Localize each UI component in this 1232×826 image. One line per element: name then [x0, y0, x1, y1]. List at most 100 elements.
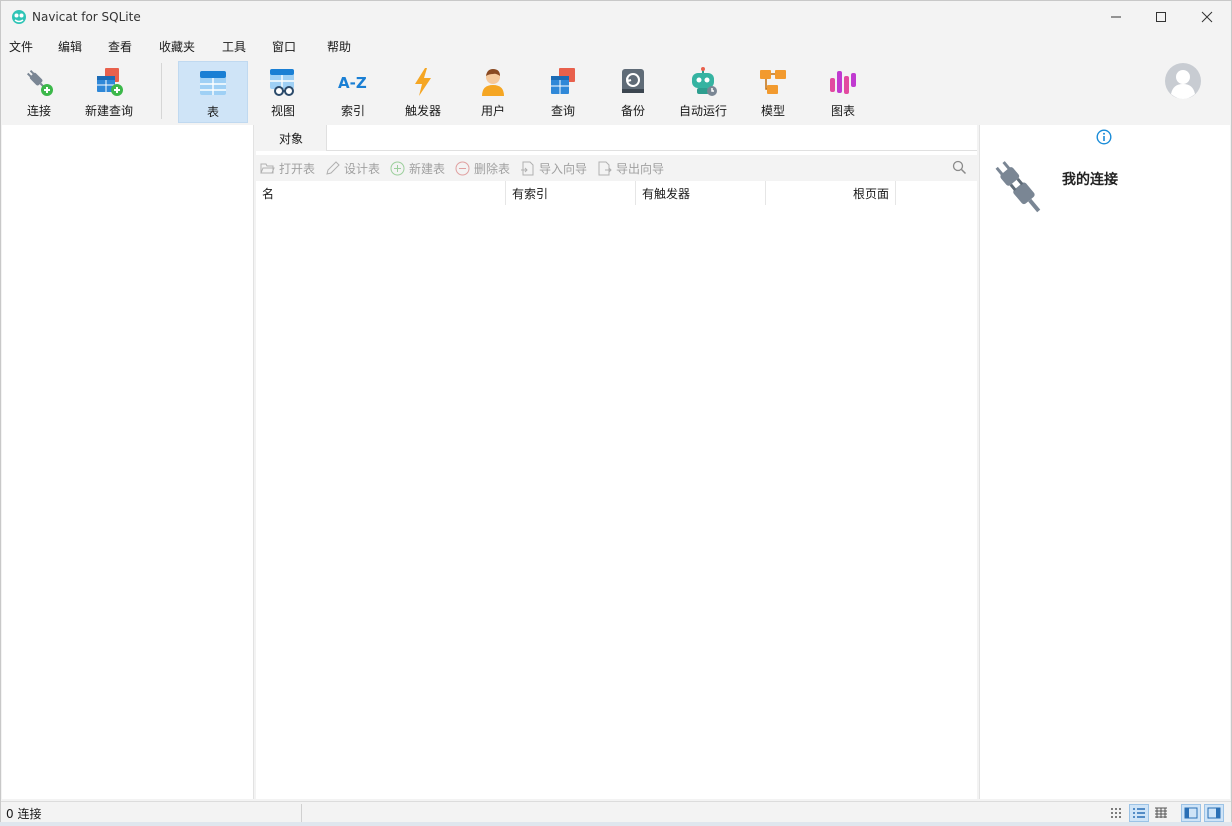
charts-button[interactable]: 图表 [808, 61, 878, 123]
indexes-label: 索引 [340, 104, 365, 118]
minus-circle-icon [455, 161, 470, 175]
column-name[interactable]: 名 [256, 181, 506, 205]
triggers-label: 触发器 [404, 104, 441, 118]
table-icon [200, 71, 226, 95]
menu-file[interactable]: 文件 [9, 38, 33, 55]
open-table-button[interactable]: 打开表 [260, 159, 315, 177]
object-tab-row: 对象 [256, 125, 977, 151]
tab-objects[interactable]: 对象 [256, 125, 326, 151]
close-button[interactable] [1184, 1, 1230, 33]
backup-button[interactable]: 备份 [598, 61, 668, 123]
import-icon [521, 161, 534, 175]
view-list-button[interactable] [1107, 804, 1127, 822]
detail-view-icon [1133, 808, 1145, 818]
status-bar: 0 连接 [1, 801, 1231, 823]
menu-help[interactable]: 帮助 [327, 38, 351, 55]
view-detail-button[interactable] [1129, 804, 1149, 822]
import-wizard-label: 导入向导 [539, 161, 588, 176]
connection-count: 0 连接 [6, 807, 42, 821]
backup-icon [622, 69, 644, 93]
user-icon [482, 69, 504, 96]
view-grid-button[interactable] [1151, 804, 1171, 822]
design-table-button[interactable]: 设计表 [325, 159, 380, 177]
lightning-icon [415, 68, 431, 96]
toolbar-separator [161, 63, 162, 119]
query-icon [551, 68, 575, 94]
folder-open-icon [260, 163, 275, 173]
backup-label: 备份 [620, 104, 645, 118]
object-list-header: 名 有索引 有触发器 根页面 [256, 181, 977, 205]
menu-edit[interactable]: 编辑 [58, 38, 82, 55]
users-label: 用户 [480, 104, 505, 118]
queries-button[interactable]: 查询 [528, 61, 598, 123]
app-window: Navicat for SQLite 文件 编辑 查看 收藏夹 工具 窗口 帮助 [0, 0, 1232, 826]
tables-button[interactable]: 表 [178, 61, 248, 123]
toggle-left-pane-button[interactable] [1181, 804, 1201, 822]
column-has-index[interactable]: 有索引 [506, 181, 636, 205]
open-table-label: 打开表 [279, 161, 316, 176]
menu-view[interactable]: 查看 [108, 38, 132, 55]
object-panel: 对象 打开表 设计表 新建表 删除表 导入向导 导出向导 名 有索引 有触发器 … [256, 125, 977, 799]
views-label: 视图 [270, 104, 295, 118]
connection-plug-icon [995, 161, 1041, 213]
menu-favorites[interactable]: 收藏夹 [159, 38, 195, 55]
list-view-icon [1111, 808, 1121, 818]
account-avatar-icon[interactable] [1165, 63, 1201, 99]
import-wizard-button[interactable]: 导入向导 [520, 159, 587, 177]
desktop-background-strip [0, 822, 1232, 826]
view-icon [270, 69, 294, 96]
chart-icon [830, 71, 856, 94]
window-title: Navicat for SQLite [32, 10, 141, 24]
column-has-trigger[interactable]: 有触发器 [636, 181, 766, 205]
connection-tree-panel[interactable] [2, 125, 254, 799]
navicat-logo-icon [12, 10, 26, 24]
object-toolbar: 打开表 设计表 新建表 删除表 导入向导 导出向导 [256, 155, 977, 181]
index-az-icon: A-Z [338, 74, 367, 92]
new-table-button[interactable]: 新建表 [390, 159, 445, 177]
svg-text:A-Z: A-Z [338, 74, 367, 92]
delete-table-label: 删除表 [474, 161, 511, 176]
triggers-button[interactable]: 触发器 [388, 61, 458, 123]
new-table-label: 新建表 [409, 161, 446, 176]
models-label: 模型 [760, 104, 785, 118]
toggle-right-pane-button[interactable] [1204, 804, 1224, 822]
automation-label: 自动运行 [678, 104, 727, 118]
connect-label: 连接 [26, 104, 51, 118]
status-separator [301, 804, 302, 822]
design-table-label: 设计表 [344, 161, 381, 176]
menu-bar: 文件 编辑 查看 收藏夹 工具 窗口 帮助 [1, 35, 1231, 57]
users-button[interactable]: 用户 [458, 61, 528, 123]
menu-window[interactable]: 窗口 [272, 38, 296, 55]
automation-button[interactable]: 自动运行 [668, 61, 738, 123]
main-toolbar: 连接 新建查询 表 视图 A-Z 索引 触发器 用户 查询 备份 自动运行 模型… [1, 59, 1231, 123]
left-pane-icon [1184, 807, 1198, 819]
title-bar: Navicat for SQLite [1, 1, 1231, 33]
model-icon [760, 70, 786, 94]
tab-empty-area [326, 125, 977, 150]
new-query-icon [97, 68, 123, 96]
minimize-icon [1111, 16, 1121, 18]
delete-table-button[interactable]: 删除表 [455, 159, 510, 177]
models-button[interactable]: 模型 [738, 61, 808, 123]
connect-button[interactable]: 连接 [4, 61, 74, 123]
minimize-button[interactable] [1093, 1, 1139, 33]
plug-add-icon [26, 69, 53, 96]
my-connections-heading: 我的连接 [1062, 172, 1118, 188]
export-wizard-button[interactable]: 导出向导 [597, 159, 664, 177]
queries-label: 查询 [550, 104, 575, 118]
plus-circle-icon [390, 161, 405, 175]
maximize-button[interactable] [1138, 1, 1184, 33]
pencil-icon [326, 160, 340, 175]
charts-label: 图表 [830, 104, 855, 118]
export-wizard-label: 导出向导 [616, 161, 665, 176]
search-icon[interactable] [952, 160, 967, 175]
new-query-label: 新建查询 [84, 104, 133, 118]
close-icon [1201, 11, 1213, 23]
menu-tools[interactable]: 工具 [222, 38, 246, 55]
indexes-button[interactable]: A-Z 索引 [318, 61, 388, 123]
column-root-page[interactable]: 根页面 [766, 181, 896, 205]
new-query-button[interactable]: 新建查询 [74, 61, 144, 123]
info-icon[interactable] [1096, 129, 1112, 145]
views-button[interactable]: 视图 [248, 61, 318, 123]
export-icon [598, 161, 612, 175]
